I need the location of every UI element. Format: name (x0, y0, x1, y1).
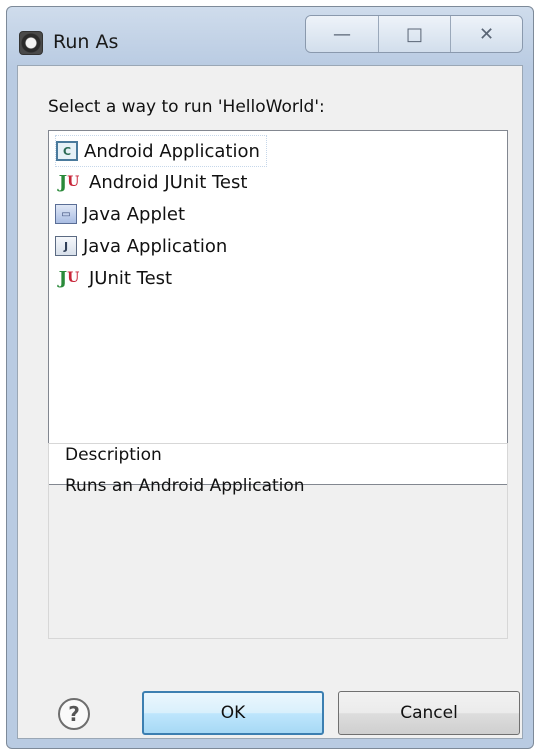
description-text: Runs an Android Application (65, 476, 305, 496)
list-item-label: Java Application (83, 235, 228, 257)
run-as-dialog: Run As — □ ✕ Select a way to run 'HelloW… (6, 6, 534, 749)
list-item-android-application[interactable]: C Android Application (55, 135, 267, 167)
list-item-junit-test[interactable]: JU JUnit Test (55, 263, 178, 293)
java-applet-icon: ▭ (55, 204, 77, 224)
dialog-body: Select a way to run 'HelloWorld': C Andr… (17, 65, 523, 739)
description-title: Description (65, 445, 162, 465)
title-bar[interactable]: Run As — □ ✕ (7, 7, 533, 63)
android-application-icon: C (56, 141, 78, 161)
list-item-label: Android Application (84, 140, 260, 162)
list-item-java-application[interactable]: J Java Application (55, 231, 233, 261)
list-item-label: JUnit Test (89, 267, 173, 289)
junit-icon: JU (58, 267, 80, 289)
list-item-android-junit-test[interactable]: JU Android JUnit Test (55, 167, 253, 197)
help-icon[interactable]: ? (58, 698, 90, 730)
maximize-button[interactable]: □ (378, 16, 450, 52)
eclipse-icon (19, 31, 43, 55)
prompt-label: Select a way to run 'HelloWorld': (48, 97, 325, 117)
dialog-title: Run As (53, 31, 119, 53)
ok-button[interactable]: OK (142, 691, 324, 735)
list-item-java-applet[interactable]: ▭ Java Applet (55, 199, 313, 229)
list-item-label: Java Applet (83, 203, 186, 225)
run-options-list[interactable]: C Android Application JU Android JUnit T… (48, 130, 508, 485)
window-controls: — □ ✕ (305, 15, 523, 53)
android-junit-icon: JU (58, 171, 80, 193)
cancel-button[interactable]: Cancel (338, 691, 520, 735)
java-application-icon: J (55, 236, 77, 256)
minimize-button[interactable]: — (306, 16, 378, 52)
close-button[interactable]: ✕ (450, 16, 522, 52)
description-panel: Description Runs an Android Application (48, 443, 508, 639)
list-item-label: Android JUnit Test (89, 171, 248, 193)
